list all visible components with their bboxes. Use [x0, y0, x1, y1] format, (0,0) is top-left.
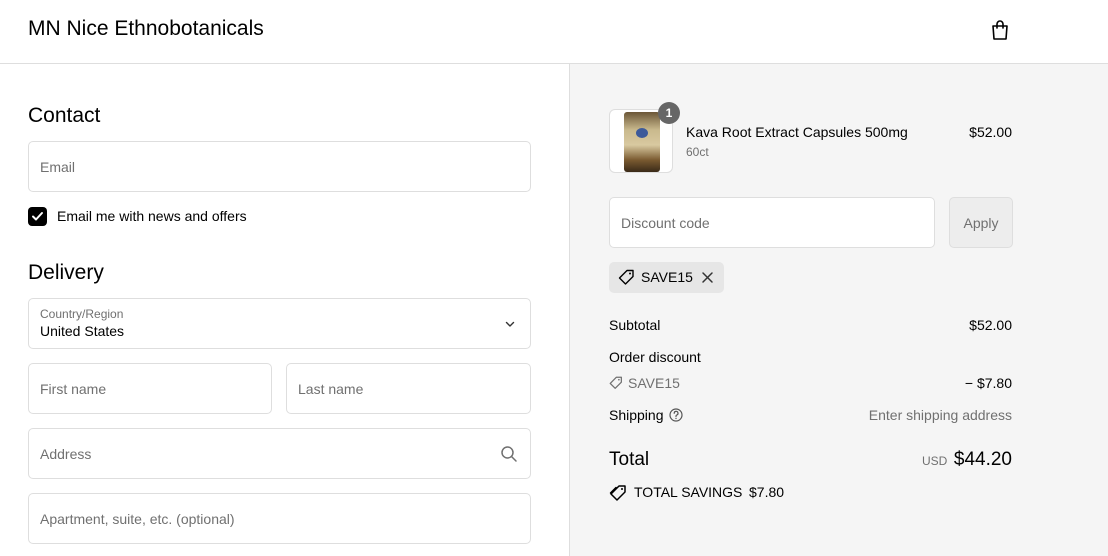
chevron-down-icon [505, 321, 515, 327]
quantity-badge: 1 [658, 102, 680, 124]
country-select[interactable]: Country/Region United States [28, 298, 531, 349]
total-savings-label: TOTAL SAVINGS [634, 484, 743, 500]
email-field[interactable]: Email [28, 141, 531, 192]
store-name[interactable]: MN Nice Ethnobotanicals [28, 17, 264, 41]
savings-tag-icon [609, 485, 626, 501]
discount-placeholder: Discount code [621, 214, 710, 231]
currency-code: USD [922, 454, 948, 468]
product-price: $52.00 [969, 124, 1012, 140]
apartment-placeholder: Apartment, suite, etc. (optional) [40, 510, 235, 527]
last-name-field[interactable]: Last name [286, 363, 531, 414]
total-label: Total [609, 449, 650, 470]
product-name: Kava Root Extract Capsules 500mg [686, 124, 908, 140]
address-placeholder: Address [40, 445, 92, 462]
total-savings-value: $7.80 [749, 484, 785, 500]
first-name-placeholder: First name [40, 380, 107, 397]
discount-code-label: SAVE15 [628, 375, 680, 391]
checkout-form: Contact Email Email me with news and off… [0, 64, 569, 556]
total-amount: $44.20 [953, 449, 1012, 470]
last-name-placeholder: Last name [298, 380, 364, 397]
product-logo [636, 128, 648, 138]
first-name-field[interactable]: First name [28, 363, 272, 414]
search-icon[interactable] [500, 445, 518, 463]
subtotal-value: $52.00 [969, 317, 1012, 333]
shopping-bag-icon[interactable] [988, 18, 1012, 42]
close-icon[interactable] [701, 271, 714, 284]
tag-icon [618, 269, 634, 285]
header: MN Nice Ethnobotanicals [0, 0, 1108, 64]
contact-heading: Contact [28, 104, 101, 127]
apartment-field[interactable]: Apartment, suite, etc. (optional) [28, 493, 531, 544]
order-summary: 1 Kava Root Extract Capsules 500mg 60ct … [569, 64, 1108, 556]
applied-code-chip: SAVE15 [609, 262, 724, 293]
product-image [624, 112, 660, 172]
discount-value: − $7.80 [964, 375, 1012, 391]
applied-code: SAVE15 [641, 269, 693, 285]
discount-code-field[interactable]: Discount code [609, 197, 935, 248]
newsletter-label: Email me with news and offers [57, 208, 247, 224]
newsletter-checkbox[interactable] [28, 207, 47, 226]
delivery-heading: Delivery [28, 261, 104, 284]
country-label: Country/Region [40, 307, 124, 321]
country-value: United States [40, 323, 125, 339]
email-placeholder: Email [40, 158, 76, 175]
address-field[interactable]: Address [28, 428, 531, 479]
product-variant: 60ct [686, 145, 709, 159]
subtotal-label: Subtotal [609, 317, 661, 333]
shipping-label: Shipping [609, 407, 664, 423]
shipping-value: Enter shipping address [868, 407, 1012, 423]
apply-button[interactable]: Apply [949, 197, 1013, 248]
tag-icon [609, 376, 622, 389]
help-icon[interactable] [669, 408, 683, 422]
order-discount-label: Order discount [609, 349, 701, 365]
checkmark-icon [32, 212, 43, 221]
